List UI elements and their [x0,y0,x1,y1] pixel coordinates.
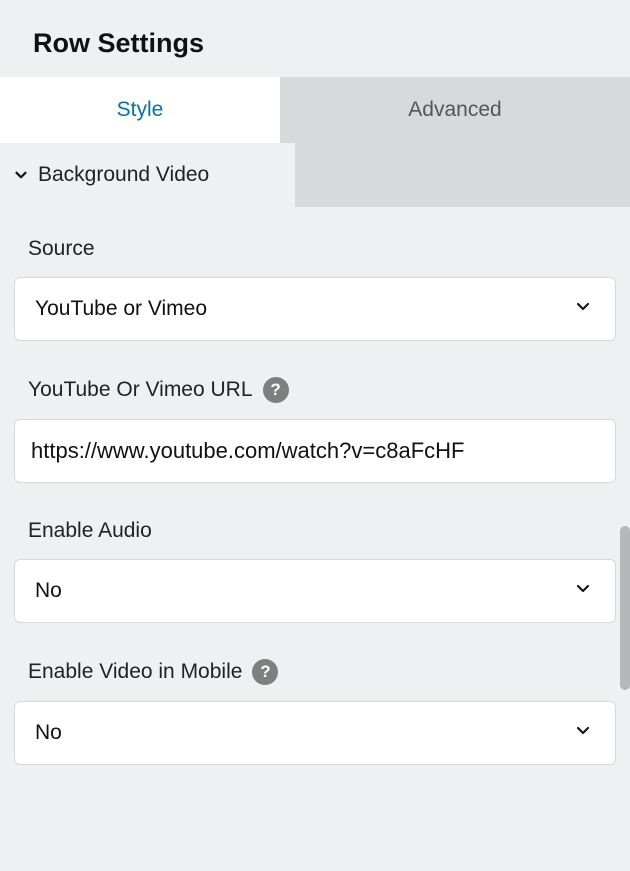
field-enable-video-mobile: Enable Video in Mobile ? No [14,659,616,765]
chevron-down-icon [573,297,593,322]
scrollbar-thumb[interactable] [620,526,630,690]
select-enable-video-mobile[interactable]: No [14,701,616,765]
section-label: Background Video [38,163,209,187]
field-source: Source YouTube or Vimeo [14,237,616,341]
chevron-down-icon [573,721,593,746]
form-area: Source YouTube or Vimeo YouTube Or Vimeo… [0,237,630,765]
field-enable-audio: Enable Audio No [14,519,616,623]
input-url[interactable] [14,419,616,483]
select-enable-video-mobile-value: No [35,721,62,745]
select-source-value: YouTube or Vimeo [35,297,207,321]
tab-advanced[interactable]: Advanced [280,77,630,143]
label-enable-audio: Enable Audio [28,519,152,543]
panel-title: Row Settings [0,0,630,77]
section-header-filler [295,143,630,207]
section-header-background-video[interactable]: Background Video [0,143,295,207]
chevron-down-icon [12,166,30,184]
tabs: Style Advanced [0,77,630,143]
section-header-row: Background Video [0,143,630,207]
help-icon[interactable]: ? [252,659,278,685]
chevron-down-icon [573,579,593,604]
label-url: YouTube Or Vimeo URL [28,378,253,402]
help-icon[interactable]: ? [263,377,289,403]
label-enable-video-mobile: Enable Video in Mobile [28,660,242,684]
label-source: Source [28,237,95,261]
tab-style[interactable]: Style [0,77,280,143]
select-source[interactable]: YouTube or Vimeo [14,277,616,341]
field-url: YouTube Or Vimeo URL ? [14,377,616,483]
select-enable-audio-value: No [35,579,62,603]
select-enable-audio[interactable]: No [14,559,616,623]
